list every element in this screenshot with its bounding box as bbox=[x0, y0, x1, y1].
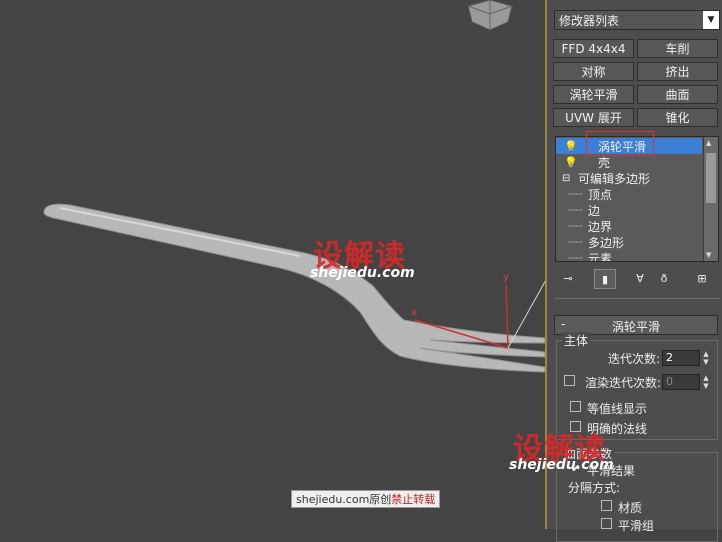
chevron-down-icon[interactable]: ▼ bbox=[703, 11, 719, 29]
modifier-button-uvw-unwrap[interactable]: UVW 展开 bbox=[553, 108, 634, 127]
modifier-button-extrude[interactable]: 挤出 bbox=[637, 62, 718, 81]
footer-site: shejiedu.com bbox=[296, 492, 370, 506]
scene-canvas: x y bbox=[43, 0, 547, 373]
materials-label: 材质 bbox=[618, 501, 643, 515]
viewport-perspective[interactable]: x y bbox=[0, 0, 547, 529]
axis-y-label: y bbox=[503, 272, 509, 283]
lightbulb-icon[interactable]: 💡 bbox=[564, 140, 578, 153]
materials-checkbox[interactable] bbox=[601, 500, 612, 511]
iterations-spinner-icon[interactable]: ▲ ▼ bbox=[701, 350, 711, 366]
main-group-label: 主体 bbox=[562, 332, 591, 349]
scroll-thumb[interactable] bbox=[706, 153, 716, 203]
stack-item-label: 顶点 bbox=[588, 187, 613, 202]
separate-by-label: 分隔方式: bbox=[568, 481, 621, 495]
smoothing-groups-checkbox[interactable] bbox=[601, 518, 612, 529]
modifier-button-symmetry[interactable]: 对称 bbox=[553, 62, 634, 81]
stack-subitem-edge[interactable]: ┈┈ 边 bbox=[556, 202, 702, 218]
highlight-box bbox=[586, 131, 654, 156]
stack-scrollbar[interactable]: ▲ ▼ bbox=[703, 137, 718, 261]
stack-item-label: 边 bbox=[588, 203, 601, 218]
show-end-result-icon[interactable]: ▮ bbox=[594, 269, 616, 289]
render-iters-spinner-icon[interactable]: ▲ ▼ bbox=[701, 374, 711, 390]
isoline-label: 等值线显示 bbox=[587, 402, 648, 416]
stack-item-label: 元素 bbox=[588, 251, 613, 262]
footer-copyright-badge: shejiedu.com 原创 禁止转载 bbox=[291, 490, 441, 508]
modifier-list-dropdown[interactable]: 修改器列表 ▼ bbox=[554, 10, 720, 30]
make-unique-icon[interactable]: ∀ bbox=[630, 269, 650, 287]
smoothing-groups-label: 平滑组 bbox=[618, 519, 655, 533]
divider bbox=[554, 298, 720, 299]
render-iters-field[interactable]: 0 bbox=[662, 374, 700, 390]
pin-stack-icon[interactable]: ⊸ bbox=[558, 269, 578, 287]
configure-modifier-sets-icon[interactable]: ⊞ bbox=[692, 269, 712, 287]
render-iters-label: 渲染迭代次数: bbox=[585, 376, 662, 390]
footer-forbid: 禁止转载 bbox=[391, 493, 436, 506]
render-iters-checkbox[interactable] bbox=[564, 375, 575, 386]
watermark-brand-url: shejiedu.com bbox=[310, 265, 415, 281]
iterations-field[interactable]: 2 bbox=[662, 350, 700, 366]
modifier-button-taper[interactable]: 锥化 bbox=[637, 108, 718, 127]
scroll-down-icon[interactable]: ▼ bbox=[706, 251, 711, 259]
modifier-list-label: 修改器列表 bbox=[559, 13, 620, 28]
watermark-brand-url-2: shejiedu.com bbox=[509, 457, 614, 473]
modifier-button-ffd[interactable]: FFD 4x4x4 bbox=[553, 39, 634, 58]
stack-item-label: 边界 bbox=[588, 219, 613, 234]
stack-subitem-polygon[interactable]: ┈┈ 多边形 bbox=[556, 234, 702, 250]
stack-toolbar: ⊸ ▮ ∀ ð ⊞ bbox=[554, 267, 720, 289]
isoline-checkbox[interactable] bbox=[570, 401, 581, 412]
stack-item-editable-poly[interactable]: ⊟ 可编辑多边形 bbox=[556, 170, 702, 186]
stack-item-label: 多边形 bbox=[588, 235, 625, 250]
stack-item-label: 可编辑多边形 bbox=[578, 171, 651, 186]
stack-item-shell[interactable]: 💡 壳 bbox=[556, 154, 702, 170]
remove-modifier-icon[interactable]: ð bbox=[654, 269, 674, 287]
axis-x-label: x bbox=[411, 307, 417, 318]
modifier-button-surface[interactable]: 曲面 bbox=[637, 85, 718, 104]
stack-item-label: 壳 bbox=[598, 155, 611, 170]
modifier-button-lathe[interactable]: 车削 bbox=[637, 39, 718, 58]
collapse-icon[interactable]: ⊟ bbox=[562, 173, 570, 184]
footer-original: 原创 bbox=[369, 493, 392, 506]
iterations-label: 迭代次数: bbox=[608, 352, 661, 366]
stack-subitem-element[interactable]: ┈┈ 元素 bbox=[556, 250, 702, 262]
stack-subitem-border[interactable]: ┈┈ 边界 bbox=[556, 218, 702, 234]
lightbulb-icon[interactable]: 💡 bbox=[564, 156, 578, 169]
stack-subitem-vertex[interactable]: ┈┈ 顶点 bbox=[556, 186, 702, 202]
modifier-button-turbosmooth[interactable]: 涡轮平滑 bbox=[553, 85, 634, 104]
scroll-up-icon[interactable]: ▲ bbox=[706, 139, 711, 147]
viewcube-icon[interactable] bbox=[467, 0, 513, 31]
fork-model[interactable] bbox=[43, 203, 546, 373]
